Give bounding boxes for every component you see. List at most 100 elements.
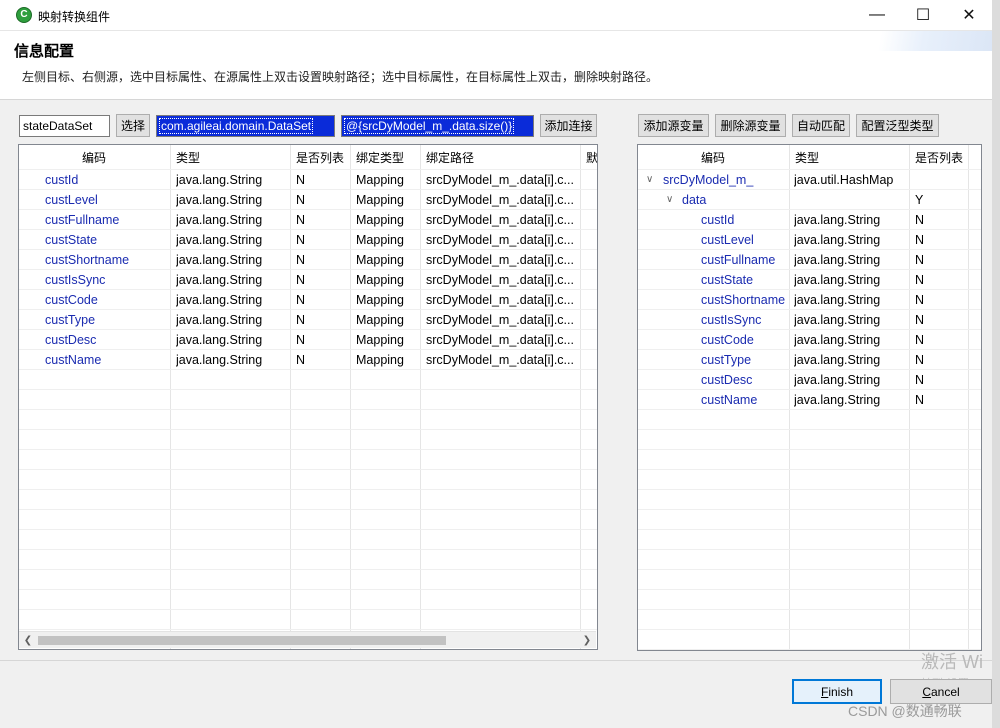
- source-leaf-type[interactable]: java.lang.String: [794, 210, 909, 230]
- target-cell-is-list[interactable]: N: [296, 210, 350, 230]
- target-cell-code[interactable]: custFullname: [45, 210, 170, 230]
- target-cell-code[interactable]: custState: [45, 230, 170, 250]
- source-leaf-type[interactable]: java.lang.String: [794, 330, 909, 350]
- source-leaf-type[interactable]: java.lang.String: [794, 390, 909, 410]
- add-link-button[interactable]: 添加连接: [540, 114, 597, 137]
- target-cell-type[interactable]: java.lang.String: [176, 270, 290, 290]
- column-header-default[interactable]: 默: [580, 145, 597, 169]
- expand-data-chevron-icon[interactable]: ∨: [666, 190, 680, 210]
- source-leaf-is-list[interactable]: N: [915, 270, 975, 290]
- target-cell-is-list[interactable]: N: [296, 270, 350, 290]
- target-cell-is-list[interactable]: N: [296, 330, 350, 350]
- source-attribute-tree[interactable]: 编码 类型 是否列表 ∨ srcDyModel_m_ java.util.Has…: [637, 144, 982, 651]
- source-leaf-code[interactable]: custShortname: [701, 290, 791, 310]
- source-leaf-type[interactable]: java.lang.String: [794, 370, 909, 390]
- target-cell-bind-path[interactable]: srcDyModel_m_.data[i].c...: [426, 190, 578, 210]
- target-cell-type[interactable]: java.lang.String: [176, 190, 290, 210]
- target-cell-bind-type[interactable]: Mapping: [356, 350, 420, 370]
- column-header-type[interactable]: 类型: [170, 145, 290, 169]
- target-cell-bind-path[interactable]: srcDyModel_m_.data[i].c...: [426, 230, 578, 250]
- target-cell-type[interactable]: java.lang.String: [176, 310, 290, 330]
- source-leaf-code[interactable]: custId: [701, 210, 791, 230]
- source-leaf-is-list[interactable]: N: [915, 210, 975, 230]
- class-name-input[interactable]: com.agileai.domain.DataSet: [156, 115, 335, 137]
- expression-input[interactable]: @{srcDyModel_m_.data.size()}: [341, 115, 534, 137]
- source-leaf-is-list[interactable]: N: [915, 330, 975, 350]
- source-leaf-is-list[interactable]: N: [915, 230, 975, 250]
- target-cell-bind-path[interactable]: srcDyModel_m_.data[i].c...: [426, 350, 578, 370]
- column-header-bind-path[interactable]: 绑定路径: [420, 145, 580, 169]
- expand-root-chevron-icon[interactable]: ∨: [646, 170, 660, 190]
- target-cell-code[interactable]: custLevel: [45, 190, 170, 210]
- target-attribute-table[interactable]: 编码 类型 是否列表 绑定类型 绑定路径 默 custId java.lang.S…: [18, 144, 598, 650]
- source-leaf-code[interactable]: custFullname: [701, 250, 791, 270]
- target-cell-code[interactable]: custId: [45, 170, 170, 190]
- target-cell-bind-type[interactable]: Mapping: [356, 190, 420, 210]
- source-leaf-code[interactable]: custType: [701, 350, 791, 370]
- close-button[interactable]: ✕: [946, 0, 992, 30]
- target-cell-type[interactable]: java.lang.String: [176, 170, 290, 190]
- source-leaf-code[interactable]: custDesc: [701, 370, 791, 390]
- source-header-type[interactable]: 类型: [789, 145, 909, 169]
- target-cell-type[interactable]: java.lang.String: [176, 290, 290, 310]
- delete-source-variable-button[interactable]: 删除源变量: [715, 114, 786, 137]
- column-header-bind-type[interactable]: 绑定类型: [350, 145, 420, 169]
- source-leaf-type[interactable]: java.lang.String: [794, 230, 909, 250]
- target-cell-code[interactable]: custIsSync: [45, 270, 170, 290]
- target-cell-bind-type[interactable]: Mapping: [356, 310, 420, 330]
- source-header-code[interactable]: 编码: [638, 145, 788, 169]
- target-cell-type[interactable]: java.lang.String: [176, 250, 290, 270]
- source-leaf-type[interactable]: java.lang.String: [794, 310, 909, 330]
- source-leaf-is-list[interactable]: N: [915, 350, 975, 370]
- target-cell-code[interactable]: custType: [45, 310, 170, 330]
- target-cell-code[interactable]: custCode: [45, 290, 170, 310]
- target-cell-bind-type[interactable]: Mapping: [356, 250, 420, 270]
- auto-match-button[interactable]: 自动匹配: [792, 114, 850, 137]
- scroll-left-arrow-icon[interactable]: ❮: [21, 634, 35, 647]
- target-cell-bind-type[interactable]: Mapping: [356, 210, 420, 230]
- target-cell-bind-type[interactable]: Mapping: [356, 290, 420, 310]
- target-cell-is-list[interactable]: N: [296, 310, 350, 330]
- target-cell-is-list[interactable]: N: [296, 230, 350, 250]
- source-leaf-is-list[interactable]: N: [915, 290, 975, 310]
- source-leaf-is-list[interactable]: N: [915, 390, 975, 410]
- column-header-is-list[interactable]: 是否列表: [290, 145, 350, 169]
- tree-root-name[interactable]: srcDyModel_m_: [663, 170, 788, 190]
- source-leaf-type[interactable]: java.lang.String: [794, 270, 909, 290]
- target-cell-is-list[interactable]: N: [296, 250, 350, 270]
- target-cell-bind-path[interactable]: srcDyModel_m_.data[i].c...: [426, 250, 578, 270]
- horizontal-scrollbar[interactable]: ❮ ❯: [19, 631, 596, 648]
- scroll-right-arrow-icon[interactable]: ❯: [580, 634, 594, 647]
- maximize-button[interactable]: ☐: [900, 0, 946, 30]
- add-source-variable-button[interactable]: 添加源变量: [638, 114, 709, 137]
- target-cell-type[interactable]: java.lang.String: [176, 350, 290, 370]
- source-leaf-code[interactable]: custLevel: [701, 230, 791, 250]
- target-cell-is-list[interactable]: N: [296, 190, 350, 210]
- target-cell-bind-path[interactable]: srcDyModel_m_.data[i].c...: [426, 210, 578, 230]
- source-leaf-type[interactable]: java.lang.String: [794, 290, 909, 310]
- target-cell-bind-type[interactable]: Mapping: [356, 330, 420, 350]
- target-cell-type[interactable]: java.lang.String: [176, 210, 290, 230]
- target-cell-bind-path[interactable]: srcDyModel_m_.data[i].c...: [426, 330, 578, 350]
- scrollbar-thumb[interactable]: [38, 636, 446, 645]
- column-header-code[interactable]: 编码: [19, 145, 169, 169]
- source-leaf-code[interactable]: custIsSync: [701, 310, 791, 330]
- target-cell-is-list[interactable]: N: [296, 350, 350, 370]
- source-header-is-list[interactable]: 是否列表: [909, 145, 981, 169]
- source-leaf-type[interactable]: java.lang.String: [794, 350, 909, 370]
- source-leaf-is-list[interactable]: N: [915, 250, 975, 270]
- source-leaf-code[interactable]: custName: [701, 390, 791, 410]
- target-cell-code[interactable]: custShortname: [45, 250, 170, 270]
- target-cell-bind-path[interactable]: srcDyModel_m_.data[i].c...: [426, 310, 578, 330]
- target-cell-is-list[interactable]: N: [296, 170, 350, 190]
- target-cell-bind-path[interactable]: srcDyModel_m_.data[i].c...: [426, 270, 578, 290]
- target-cell-bind-type[interactable]: Mapping: [356, 270, 420, 290]
- source-leaf-is-list[interactable]: N: [915, 310, 975, 330]
- choose-button[interactable]: 选择: [116, 114, 150, 137]
- target-cell-bind-type[interactable]: Mapping: [356, 170, 420, 190]
- target-cell-bind-type[interactable]: Mapping: [356, 230, 420, 250]
- target-cell-code[interactable]: custName: [45, 350, 170, 370]
- target-cell-type[interactable]: java.lang.String: [176, 330, 290, 350]
- minimize-button[interactable]: —: [854, 0, 900, 30]
- target-cell-code[interactable]: custDesc: [45, 330, 170, 350]
